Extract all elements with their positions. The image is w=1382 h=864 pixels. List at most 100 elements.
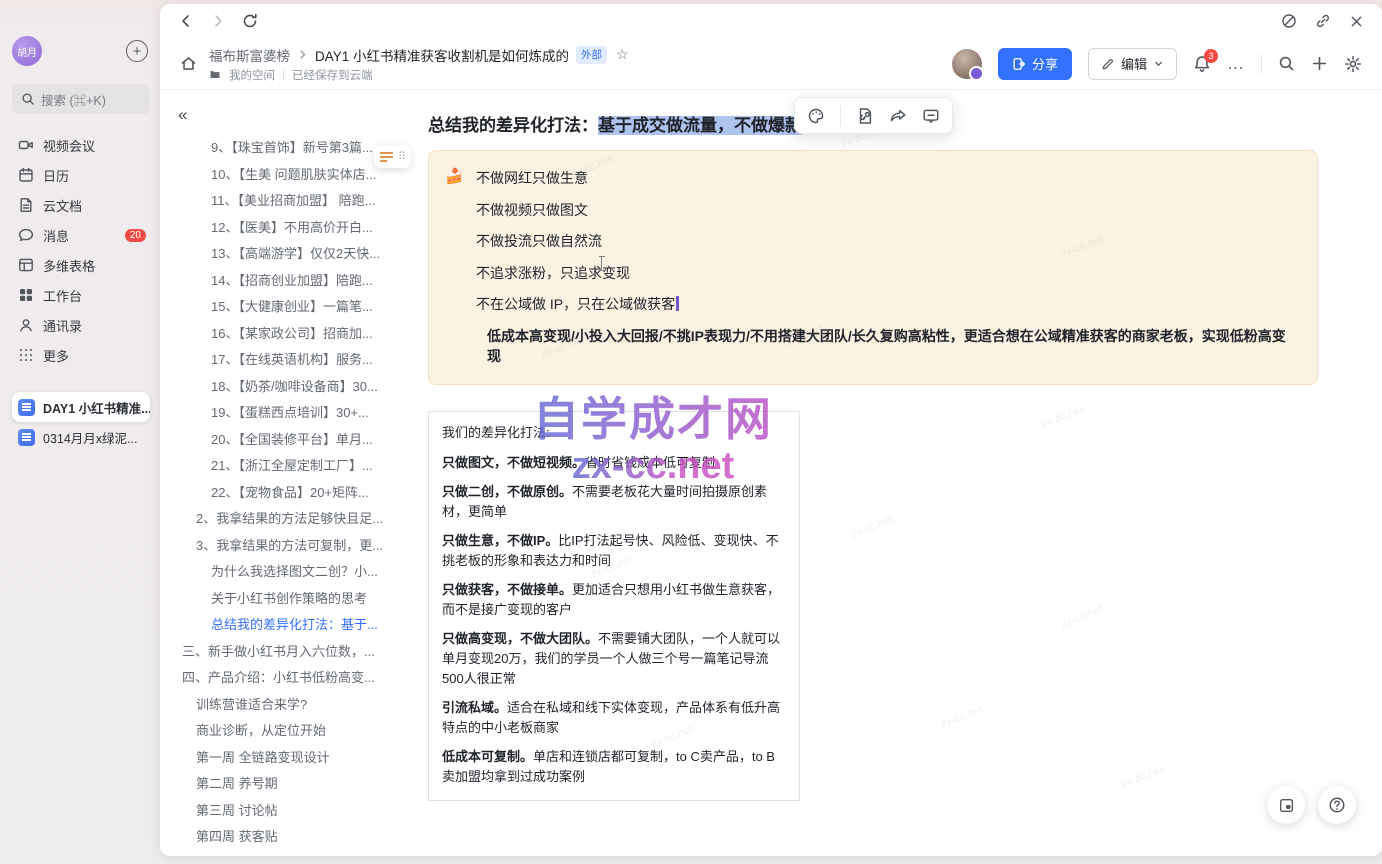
outline-item[interactable]: 19、【蛋糕西点培训】30+... (174, 400, 410, 427)
mouse-ibeam-cursor (601, 256, 602, 271)
notification-badge: 3 (1204, 49, 1218, 63)
document-window: 福布斯富婆榜 DAY1 小红书精准获客收割机是如何炼成的 外部 ☆ 我的空间 已… (160, 4, 1382, 856)
callout-block[interactable]: 🍰 不做网红只做生意不做视频只做图文不做投流只做自然流不追求涨粉，只追求变现不在… (428, 150, 1318, 385)
callout-line: 不做网红只做生意 (447, 168, 1297, 188)
edit-button[interactable]: 编辑 (1088, 48, 1177, 80)
doc-item-label: DAY1 小红书精准... (43, 398, 150, 417)
sidebar-item-label: 更多 (43, 346, 69, 365)
sidebar-item-contacts[interactable]: 通讯录 (12, 310, 150, 340)
gear-icon[interactable] (1344, 55, 1362, 73)
pencil-icon (1101, 57, 1115, 71)
breadcrumb-title[interactable]: DAY1 小红书精准获客收割机是如何炼成的 (315, 45, 569, 65)
search-input[interactable]: 搜索 (⌘+K) (12, 84, 150, 114)
sidebar-item-calendar[interactable]: 日历 (12, 160, 150, 190)
sidebar-item-label: 视频会议 (43, 136, 95, 155)
collapse-outline-icon[interactable]: « (178, 105, 187, 124)
share-block-icon[interactable] (889, 107, 907, 125)
copy-block-link-icon[interactable] (856, 107, 874, 125)
user-avatar[interactable]: 胡月 (12, 36, 42, 66)
breadcrumb: 福布斯富婆榜 DAY1 小红书精准获客收割机是如何炼成的 外部 ☆ 我的空间 已… (209, 45, 629, 83)
outline-item[interactable]: 总结我的差异化打法：基于... (174, 612, 410, 639)
star-icon[interactable]: ☆ (616, 46, 629, 63)
sidebar-item-cloud-docs[interactable]: 云文档 (12, 190, 150, 220)
sidebar-doc-item[interactable]: 0314月月x绿泥... (12, 422, 150, 452)
copy-link-icon[interactable] (1315, 13, 1331, 29)
doc-item-label: 0314月月x绿泥... (43, 428, 137, 447)
share-button[interactable]: 分享 (998, 48, 1072, 80)
forward-icon[interactable] (210, 13, 226, 29)
bordered-text-block[interactable]: 我们的差异化打法: 只做图文，不做短视频。省时省钱成本低可复制只做二创，不做原创… (428, 411, 800, 801)
sidebar-doc-item[interactable]: DAY1 小红书精准... (12, 392, 150, 422)
open-in-browser-icon[interactable] (1281, 13, 1297, 29)
outline-item[interactable]: 第一周 全链路变现设计 (174, 745, 410, 772)
sidebar-item-more[interactable]: 更多 (12, 340, 150, 370)
base-tables-icon (18, 257, 34, 273)
breadcrumb-parent[interactable]: 福布斯富婆榜 (209, 45, 290, 65)
content-area: « 9、【珠宝首饰】新号第3篇...10、【生美 问题肌肤实体店...11、【美… (160, 91, 1382, 856)
outline-item[interactable]: 14、【招商创业加盟】陪跑... (174, 268, 410, 295)
box-paragraph: 引流私域。适合在私域和线下实体变现，产品体系有低升高特点的中小老板商家 (442, 698, 786, 738)
box-paragraph: 只做高变现，不做大团队。不需要铺大团队，一个人就可以单月变现20万，我们的学员一… (442, 629, 786, 689)
sidebar-item-base-tables[interactable]: 多维表格 (12, 250, 150, 280)
outline-item[interactable]: 10、【生美 问题肌肤实体店... (174, 162, 410, 189)
callout-bold-line: 低成本高变现/小投入大回报/不挑IP表现力/不用搭建大团队/长久复购高粘性，更适… (447, 326, 1297, 366)
document-page[interactable]: 总结我的差异化打法：基于成交做流量，不做爆款 ⠿ 🍰 不做网红只做生意不做视频只… (420, 91, 1382, 856)
reload-icon[interactable] (242, 13, 258, 29)
outline-item[interactable]: 17、【在线英语机构】服务... (174, 347, 410, 374)
outline-item[interactable]: 11、【美业招商加盟】 陪跑... (174, 188, 410, 215)
outline-item[interactable]: 15、【大健康创业】一篇笔... (174, 294, 410, 321)
outline-item[interactable]: 13、【高端游学】仅仅2天快... (174, 241, 410, 268)
outline-item[interactable]: 关于小红书创作策略的思考 (174, 586, 410, 613)
sidebar-item-messages[interactable]: 消息 20 (12, 220, 150, 250)
search-icon[interactable] (1278, 55, 1295, 72)
outline-item[interactable]: 12、【医美】不用高价开白... (174, 215, 410, 242)
sidebar-item-video-meeting[interactable]: 视频会议 (12, 130, 150, 160)
collaborator-avatar[interactable] (952, 49, 982, 79)
text-cursor (676, 296, 679, 311)
block-handle[interactable]: ⠿ (374, 145, 411, 168)
box-paragraph: 低成本可复制。单店和连锁店都可复制，to C卖产品，to B卖加盟均拿到过成功案… (442, 747, 786, 787)
new-doc-icon[interactable] (1311, 55, 1328, 72)
outline-item[interactable]: 16、【某家政公司】招商加... (174, 321, 410, 348)
space-label[interactable]: 我的空间 (229, 67, 275, 83)
back-icon[interactable] (178, 13, 194, 29)
outline-item[interactable]: 22、【宠物食品】20+矩阵... (174, 480, 410, 507)
sidebar-item-workbench[interactable]: 工作台 (12, 280, 150, 310)
add-icon[interactable]: + (126, 40, 148, 62)
contacts-icon (18, 317, 34, 333)
sidebar-item-label: 日历 (43, 166, 69, 185)
comment-icon[interactable] (922, 107, 940, 125)
outline-item[interactable]: 为什么我选择图文二创？小... (174, 559, 410, 586)
outline-item[interactable]: 三、新手做小红书月入六位数，... (174, 639, 410, 666)
outline-item[interactable]: 18、【奶茶/咖啡设备商】30... (174, 374, 410, 401)
callout-line: 不做视频只做图文 (447, 200, 1297, 220)
outline-item[interactable]: 训练营谁适合来学? (174, 692, 410, 719)
sidebar-item-label: 工作台 (43, 286, 82, 305)
outline-item[interactable]: 3、我拿结果的方法可复制，更... (174, 533, 410, 560)
sidebar-item-label: 通讯录 (43, 316, 82, 335)
outline-panel: « 9、【珠宝首饰】新号第3篇...10、【生美 问题肌肤实体店...11、【美… (160, 91, 420, 856)
outline-toggle-button[interactable] (1267, 786, 1305, 824)
app-sidebar: 胡月 + 搜索 (⌘+K) 视频会议 日历 云文档 消息 20 多维表格 工作台 (0, 0, 160, 864)
home-icon[interactable] (180, 55, 197, 72)
outline-item[interactable]: 2、我拿结果的方法足够快且足... (174, 506, 410, 533)
sidebar-nav: 视频会议 日历 云文档 消息 20 多维表格 工作台 通讯录 更多 (12, 130, 150, 370)
outline-item[interactable]: 第四周 获客贴 (174, 824, 410, 851)
tiled-watermark: zx-cc.net (1059, 603, 1104, 631)
highlight-style-icon[interactable] (807, 107, 825, 125)
outline-item[interactable]: 第三周 讨论帖 (174, 798, 410, 825)
external-badge: 外部 (576, 46, 607, 64)
drag-handle-icon[interactable]: ⠿ (398, 150, 405, 163)
outline-item[interactable]: 第二周 养号期 (174, 771, 410, 798)
outline-item[interactable]: 四、产品介绍：小红书低粉高变... (174, 665, 410, 692)
more-actions-icon[interactable]: … (1227, 59, 1245, 69)
outline-item[interactable]: 商业诊断，从定位开始 (174, 718, 410, 745)
outline-item[interactable]: 21、【浙江全屋定制工厂】... (174, 453, 410, 480)
outline-item[interactable]: 20、【全国装修平台】单月... (174, 427, 410, 454)
tiled-watermark: zx-cc.net (939, 703, 984, 731)
help-button[interactable] (1318, 786, 1356, 824)
close-icon[interactable] (1349, 14, 1364, 29)
sidebar-item-label: 消息 (43, 226, 69, 245)
document-header: 福布斯富婆榜 DAY1 小红书精准获客收割机是如何炼成的 外部 ☆ 我的空间 已… (160, 38, 1382, 90)
notifications-button[interactable]: 3 (1193, 55, 1211, 73)
